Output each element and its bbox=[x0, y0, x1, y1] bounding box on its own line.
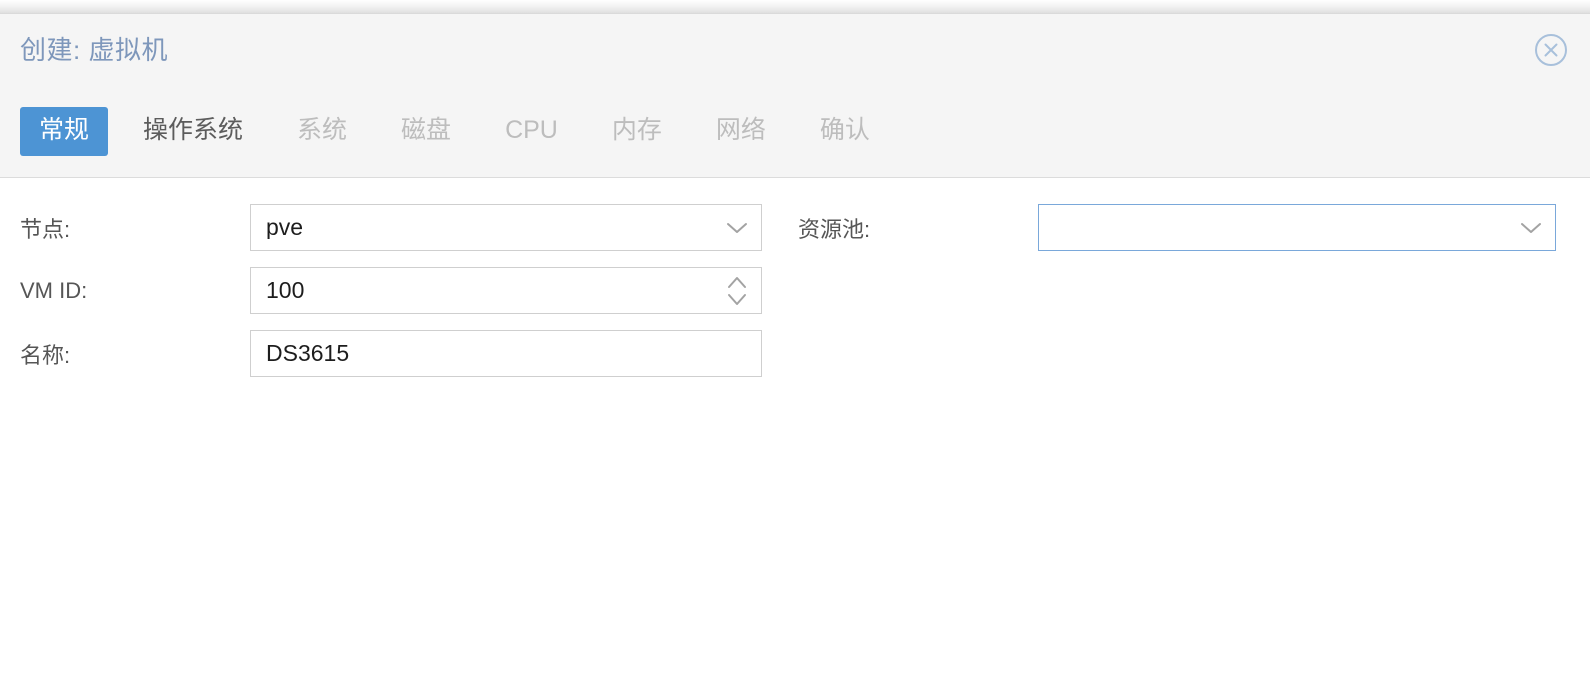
close-circle-icon[interactable] bbox=[1532, 31, 1570, 69]
tab-confirm: 确认 bbox=[819, 116, 870, 144]
tab-network: 网络 bbox=[715, 116, 766, 144]
pool-combobox[interactable] bbox=[1038, 204, 1556, 251]
field-row-node: 节点: pve bbox=[20, 204, 780, 251]
node-label: 节点: bbox=[20, 216, 71, 242]
dialog-header: 创建: 虚拟机 bbox=[0, 14, 1590, 86]
tab-operating-system[interactable]: 操作系统 bbox=[124, 107, 262, 156]
pool-label: 资源池: bbox=[798, 216, 871, 242]
chevron-down-icon[interactable] bbox=[1520, 221, 1542, 235]
vmid-spinner[interactable]: 100 bbox=[250, 267, 762, 314]
dialog-body: 节点: pve VM ID: 100 名称: DS3615 资源池: bbox=[0, 178, 1590, 690]
tab-disks: 磁盘 bbox=[401, 116, 452, 144]
form-column-left: 节点: pve VM ID: 100 名称: DS3615 bbox=[0, 204, 780, 690]
vmid-value: 100 bbox=[266, 279, 305, 302]
name-label: 名称: bbox=[20, 342, 71, 368]
name-value: DS3615 bbox=[266, 342, 350, 365]
name-textfield[interactable]: DS3615 bbox=[250, 330, 762, 377]
node-combobox[interactable]: pve bbox=[250, 204, 762, 251]
chevron-down-icon[interactable] bbox=[726, 221, 748, 235]
field-row-pool: 资源池: bbox=[798, 204, 1556, 251]
field-row-name: 名称: DS3615 bbox=[20, 330, 780, 377]
tab-cpu: CPU bbox=[505, 116, 558, 144]
field-row-vmid: VM ID: 100 bbox=[20, 267, 780, 314]
wizard-tab-bar: 常规 操作系统 系统 磁盘 CPU 内存 网络 确认 bbox=[0, 86, 1590, 178]
tab-system: 系统 bbox=[297, 116, 348, 144]
create-vm-dialog: 创建: 虚拟机 常规 操作系统 系统 磁盘 CPU 内存 网络 确认 节点: p… bbox=[0, 0, 1590, 690]
dialog-title: 创建: 虚拟机 bbox=[20, 35, 168, 65]
vmid-label: VM ID: bbox=[20, 277, 88, 303]
window-chrome-edge bbox=[0, 0, 1590, 14]
form-column-right: 资源池: bbox=[780, 204, 1590, 690]
tab-general[interactable]: 常规 bbox=[20, 107, 109, 156]
spinner-arrows-icon[interactable] bbox=[726, 274, 748, 308]
node-value: pve bbox=[266, 216, 304, 239]
tab-memory: 内存 bbox=[611, 116, 662, 144]
